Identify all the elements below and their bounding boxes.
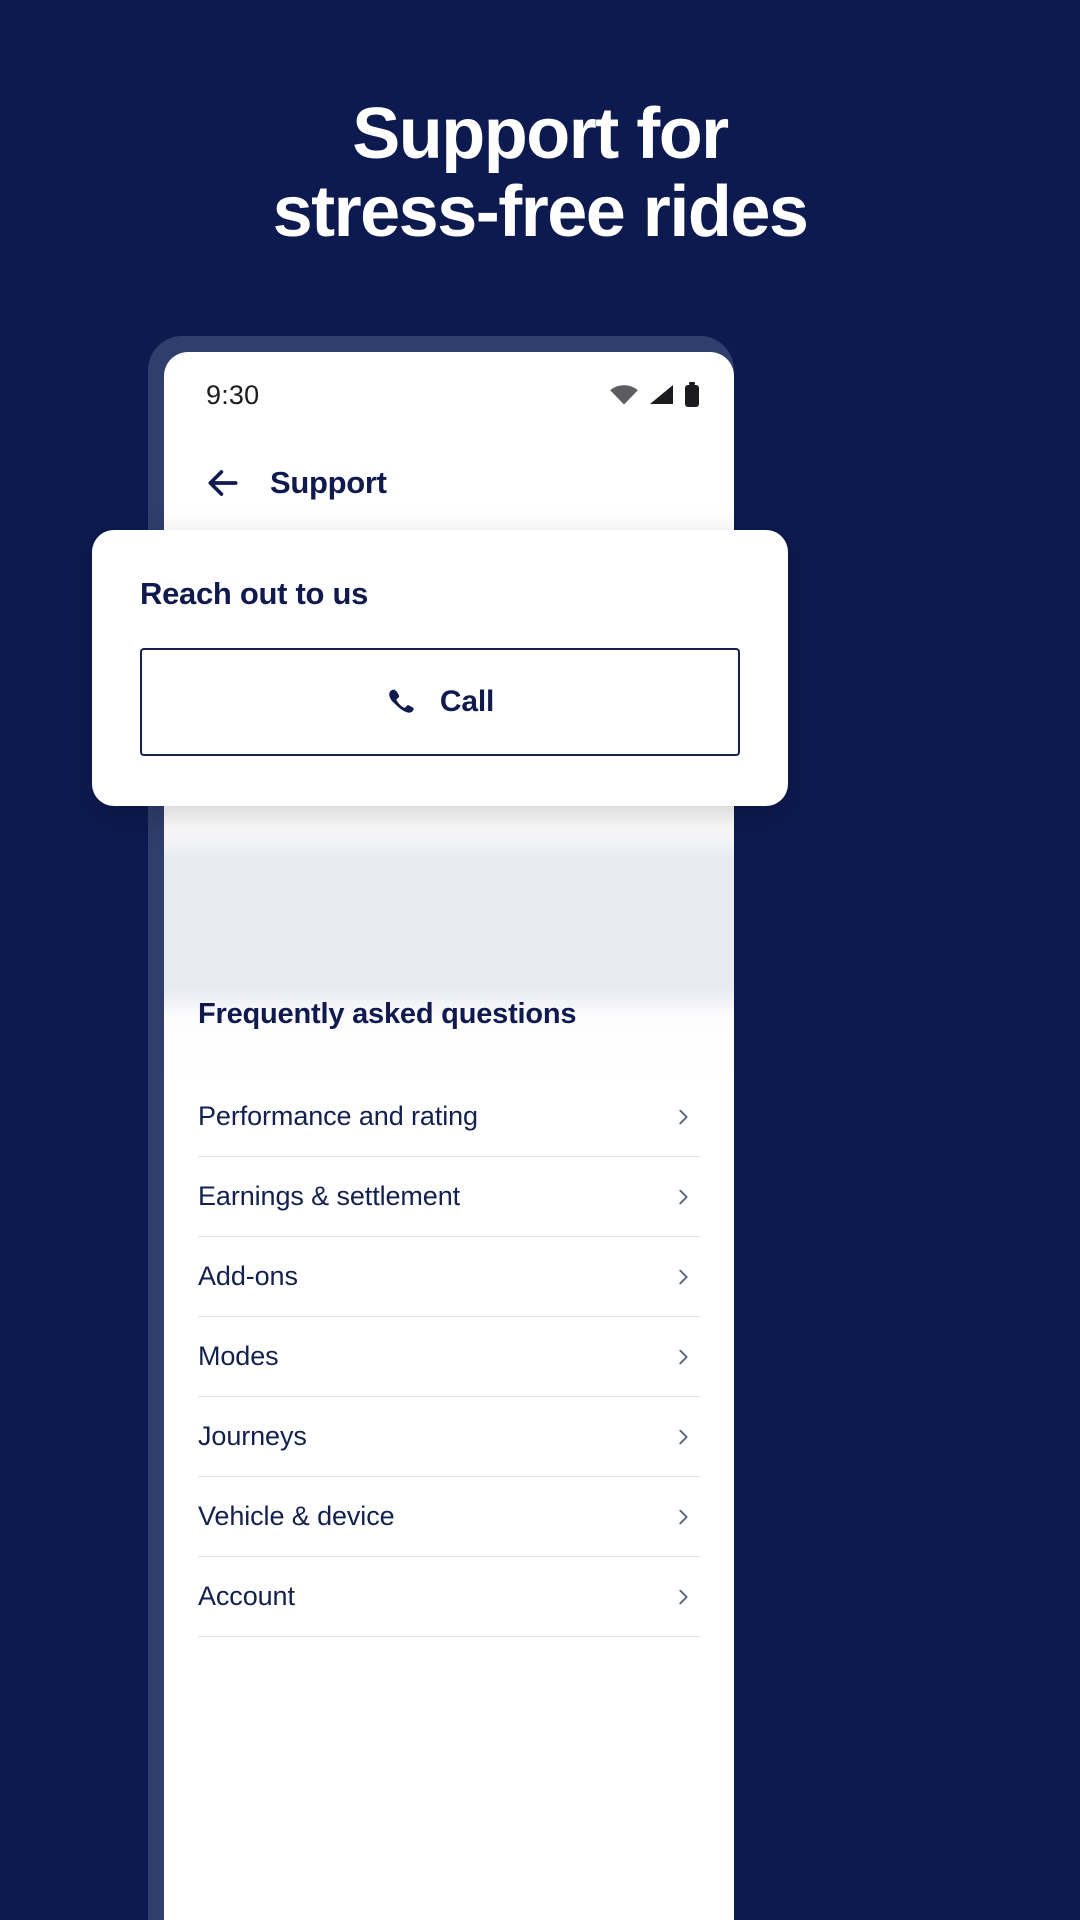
faq-item-label: Add-ons — [198, 1261, 298, 1291]
headline-line-2: stress-free rides — [272, 171, 809, 252]
faq-section: Frequently asked questions Performance a… — [164, 998, 734, 1637]
faq-item-label: Earnings & settlement — [198, 1181, 461, 1211]
reach-out-card: Reach out to us Call — [92, 530, 788, 806]
chevron-right-icon — [679, 1109, 688, 1124]
faq-item-label: Performance and rating — [198, 1101, 478, 1131]
wifi-icon — [610, 385, 638, 405]
list-item[interactable]: Earnings & settlement — [198, 1157, 700, 1237]
back-arrow-icon[interactable] — [204, 464, 242, 502]
call-button[interactable]: Call — [140, 648, 740, 756]
status-time: 9:30 — [206, 379, 260, 410]
battery-icon — [685, 382, 699, 407]
faq-item-label: Vehicle & device — [198, 1501, 395, 1531]
faq-title: Frequently asked questions — [198, 998, 577, 1030]
list-item[interactable]: Add-ons — [198, 1237, 700, 1317]
call-button-label: Call — [439, 685, 495, 718]
page-title: Support for stress-free rides — [0, 94, 1080, 252]
faq-item-label: Modes — [198, 1341, 279, 1371]
reach-out-title: Reach out to us — [140, 576, 369, 611]
list-item[interactable]: Modes — [198, 1317, 700, 1397]
chevron-right-icon — [679, 1429, 688, 1444]
status-bar: 9:30 — [164, 352, 734, 438]
phone-handset-icon — [389, 689, 414, 713]
promo-screenshot: Support for stress-free rides 9:30 Suppo… — [0, 0, 1080, 1920]
list-item[interactable]: Journeys — [198, 1397, 700, 1477]
list-item[interactable]: Performance and rating — [198, 1077, 700, 1157]
app-bar: Support — [164, 438, 734, 528]
list-item[interactable]: Account — [198, 1557, 700, 1637]
headline-line-1: Support for — [352, 94, 729, 174]
signal-icon — [650, 385, 673, 404]
faq-item-label: Journeys — [198, 1421, 307, 1451]
list-item[interactable]: Vehicle & device — [198, 1477, 700, 1557]
faq-item-label: Account — [198, 1581, 295, 1611]
chevron-right-icon — [679, 1269, 688, 1284]
chevron-right-icon — [679, 1589, 688, 1604]
chevron-right-icon — [679, 1349, 688, 1364]
chevron-right-icon — [679, 1509, 688, 1524]
status-icons — [609, 382, 700, 408]
faq-list: Performance and rating Earnings & settle… — [198, 1077, 700, 1637]
chevron-right-icon — [679, 1189, 688, 1204]
app-bar-title: Support — [270, 465, 387, 500]
